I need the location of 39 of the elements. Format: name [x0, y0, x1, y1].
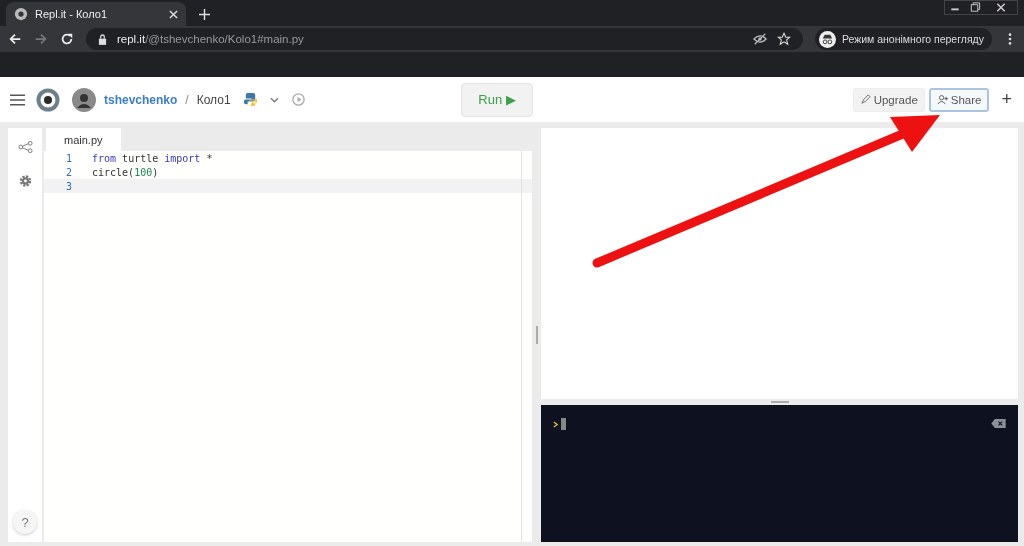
clear-icon[interactable]	[991, 419, 1006, 428]
code-editor[interactable]: 1 from turtle import * 2 circle(100) 3	[44, 151, 532, 542]
file-tab[interactable]: main.py	[46, 128, 121, 151]
star-icon[interactable]	[776, 32, 791, 46]
share-nodes-icon[interactable]	[17, 140, 33, 154]
repl-name[interactable]: Коло1	[196, 92, 231, 107]
eye-slash-icon[interactable]	[752, 32, 767, 46]
back-icon[interactable]	[8, 32, 22, 46]
forward-icon[interactable]	[34, 32, 48, 46]
menu-icon[interactable]	[10, 93, 25, 106]
settings-icon[interactable]	[17, 174, 33, 188]
resize-handle[interactable]	[770, 401, 789, 403]
add-user-icon	[936, 94, 948, 105]
avatar-icon[interactable]	[72, 87, 96, 112]
reload-icon[interactable]	[60, 32, 74, 46]
code-line: 1 from turtle import *	[64, 151, 214, 165]
code-line: 2 circle(100)	[64, 165, 160, 179]
share-button[interactable]: Share	[928, 87, 990, 112]
close-icon[interactable]	[169, 9, 178, 19]
incognito-badge[interactable]: Режим анонімного перегляду	[814, 28, 992, 50]
spiral-logo-icon[interactable]	[36, 87, 60, 112]
address-bar[interactable]: repl.it/@tshevchenko/Kolo1#main.py	[86, 28, 803, 50]
chevron-down-icon[interactable]	[269, 96, 279, 103]
lock-icon	[98, 33, 107, 45]
browser-tab[interactable]: Repl.it - Коло1	[6, 2, 186, 26]
tab-title: Repl.it - Коло1	[35, 8, 108, 20]
spiral-icon	[14, 7, 28, 21]
python-icon	[242, 92, 258, 107]
new-tab-icon[interactable]	[199, 9, 210, 20]
username-link[interactable]: tshevchenko	[104, 92, 178, 107]
prompt-icon	[553, 421, 558, 428]
text-cursor	[561, 418, 566, 430]
upgrade-button[interactable]: Upgrade	[852, 87, 925, 112]
add-button[interactable]: +	[993, 89, 1014, 110]
menu-icon[interactable]	[1008, 32, 1012, 46]
resize-handle[interactable]	[535, 326, 538, 344]
help-button[interactable]: ?	[13, 510, 37, 534]
path-separator: /	[185, 92, 189, 107]
incognito-icon	[818, 30, 836, 48]
